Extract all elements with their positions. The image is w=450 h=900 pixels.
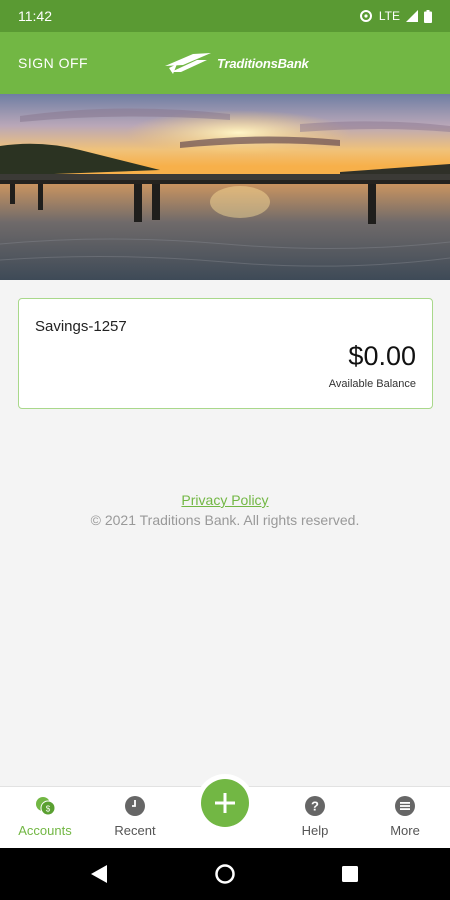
status-bar: 11:42 LTE — [0, 0, 450, 32]
account-name: Savings-1257 — [35, 318, 127, 335]
accounts-icon: $ — [36, 797, 56, 816]
footer: Privacy Policy © 2021 Traditions Bank. A… — [0, 492, 450, 528]
menu-icon — [395, 796, 415, 816]
tab-recent[interactable]: Recent — [90, 787, 180, 849]
battery-icon — [424, 9, 432, 23]
hero-banner — [0, 94, 450, 280]
status-time: 11:42 — [18, 8, 52, 24]
tab-label: Help — [301, 823, 329, 838]
tab-label: Accounts — [18, 823, 72, 838]
tab-help[interactable]: ? Help — [270, 787, 360, 849]
network-type: LTE — [378, 9, 400, 23]
app-header: SIGN OFF TraditionsBank — [0, 32, 450, 94]
tab-label: Recent — [114, 823, 156, 838]
svg-text:$: $ — [46, 805, 51, 814]
sunset-bridge-photo — [0, 94, 450, 280]
privacy-policy-link[interactable]: Privacy Policy — [181, 492, 268, 508]
sign-off-button[interactable]: SIGN OFF — [18, 55, 88, 71]
copyright-text: © 2021 Traditions Bank. All rights reser… — [90, 512, 360, 528]
account-card[interactable]: Savings-1257 $0.00 Available Balance — [18, 298, 433, 409]
plus-icon — [215, 793, 235, 813]
system-nav-bar — [0, 848, 450, 900]
logo-text: TraditionsBank — [217, 55, 309, 71]
recents-icon[interactable] — [342, 866, 358, 882]
status-icons: LTE — [359, 9, 432, 23]
data-saver-icon — [359, 10, 372, 22]
help-icon: ? — [305, 796, 325, 816]
tab-label: More — [390, 823, 420, 838]
home-icon[interactable] — [215, 864, 235, 884]
svg-text:?: ? — [311, 799, 319, 814]
signal-icon — [406, 10, 418, 22]
logo-swoosh-icon — [165, 53, 211, 74]
bank-logo: TraditionsBank — [163, 50, 309, 76]
back-icon[interactable] — [91, 865, 107, 883]
tab-accounts[interactable]: $ Accounts — [0, 787, 90, 849]
tab-more[interactable]: More — [360, 787, 450, 849]
account-balance: $0.00 — [348, 341, 416, 371]
clock-icon — [125, 796, 145, 816]
available-balance-label: Available Balance — [328, 378, 416, 390]
add-button[interactable] — [201, 779, 249, 827]
